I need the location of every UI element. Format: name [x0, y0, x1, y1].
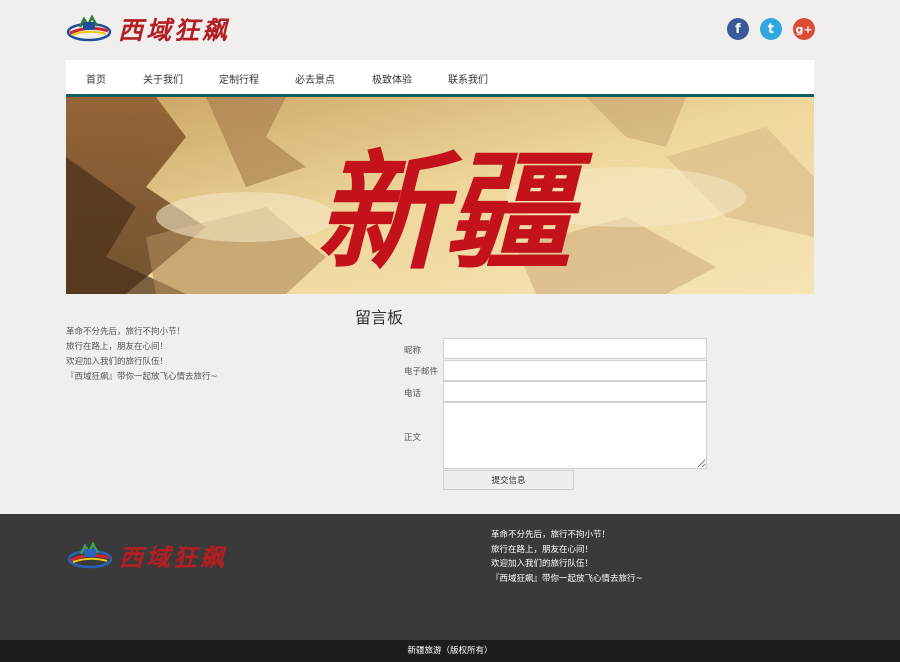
intro-line: 革命不分先后，旅行不拘小节！: [66, 327, 186, 337]
hero-banner: 新疆: [66, 97, 814, 294]
message-board-title: 留言板: [355, 308, 404, 327]
footer-line: 『西域狂飙』带你一起放飞心情去旅行~: [491, 573, 643, 584]
site-logo[interactable]: 西域狂飙: [66, 12, 230, 46]
nav-item-custom-itinerary[interactable]: 定制行程: [219, 71, 259, 86]
intro-line: 『西域狂飙』带你一起放飞心情去旅行~: [66, 372, 218, 382]
nav-item-contact[interactable]: 联系我们: [448, 71, 488, 86]
nav-item-experience[interactable]: 极致体验: [372, 71, 412, 86]
intro-line: 欢迎加入我们的旅行队伍！: [66, 357, 169, 367]
site-header: 西域狂飙 f t g+: [0, 0, 900, 60]
intro-line: 旅行在路上，朋友在心间！: [66, 342, 169, 352]
footer-logo[interactable]: 西域狂飙: [67, 538, 227, 573]
nickname-label: 昵称: [404, 346, 422, 356]
footer-line: 欢迎加入我们的旅行队伍！: [491, 559, 594, 569]
site-footer: 西域狂飙 革命不分先后，旅行不拘小节！ 旅行在路上，朋友在心间！ 欢迎加入我们的…: [0, 514, 900, 640]
copyright-bar: 新疆旅游（版权所有）: [0, 640, 900, 662]
banner-landscape: 新疆: [66, 97, 814, 294]
nav-item-home[interactable]: 首页: [86, 71, 106, 86]
footer-line: 革命不分先后，旅行不拘小节！: [491, 530, 611, 540]
intro-text: 革命不分先后，旅行不拘小节！ 旅行在路上，朋友在心间！ 欢迎加入我们的旅行队伍！…: [66, 325, 218, 385]
email-label: 电子邮件: [404, 367, 439, 377]
logo-text: 西域狂飙: [118, 16, 231, 45]
body-textarea[interactable]: [443, 402, 707, 469]
email-input[interactable]: [443, 360, 707, 381]
footer-logo-text: 西域狂飙: [119, 543, 227, 572]
social-links: f t g+: [727, 18, 815, 40]
phone-label: 电话: [404, 389, 422, 399]
nav-item-about[interactable]: 关于我们: [143, 71, 183, 86]
logo-emblem-icon: [67, 540, 113, 568]
facebook-icon[interactable]: f: [727, 18, 749, 40]
nickname-input[interactable]: [443, 338, 707, 359]
banner-calligraphy: 新疆: [316, 138, 593, 288]
main-nav: 首页 关于我们 定制行程 必去景点 极致体验 联系我们: [66, 60, 814, 94]
footer-line: 旅行在路上，朋友在心间！: [491, 544, 594, 555]
twitter-icon[interactable]: t: [760, 18, 782, 40]
submit-button[interactable]: 提交信息: [443, 470, 574, 490]
footer-text: 革命不分先后，旅行不拘小节！ 旅行在路上，朋友在心间！ 欢迎加入我们的旅行队伍！…: [491, 528, 643, 586]
body-label: 正文: [404, 433, 422, 443]
logo-emblem-icon: [66, 14, 112, 42]
phone-input[interactable]: [443, 381, 707, 402]
google-plus-icon[interactable]: g+: [793, 18, 815, 40]
nav-item-must-see[interactable]: 必去景点: [295, 71, 335, 86]
